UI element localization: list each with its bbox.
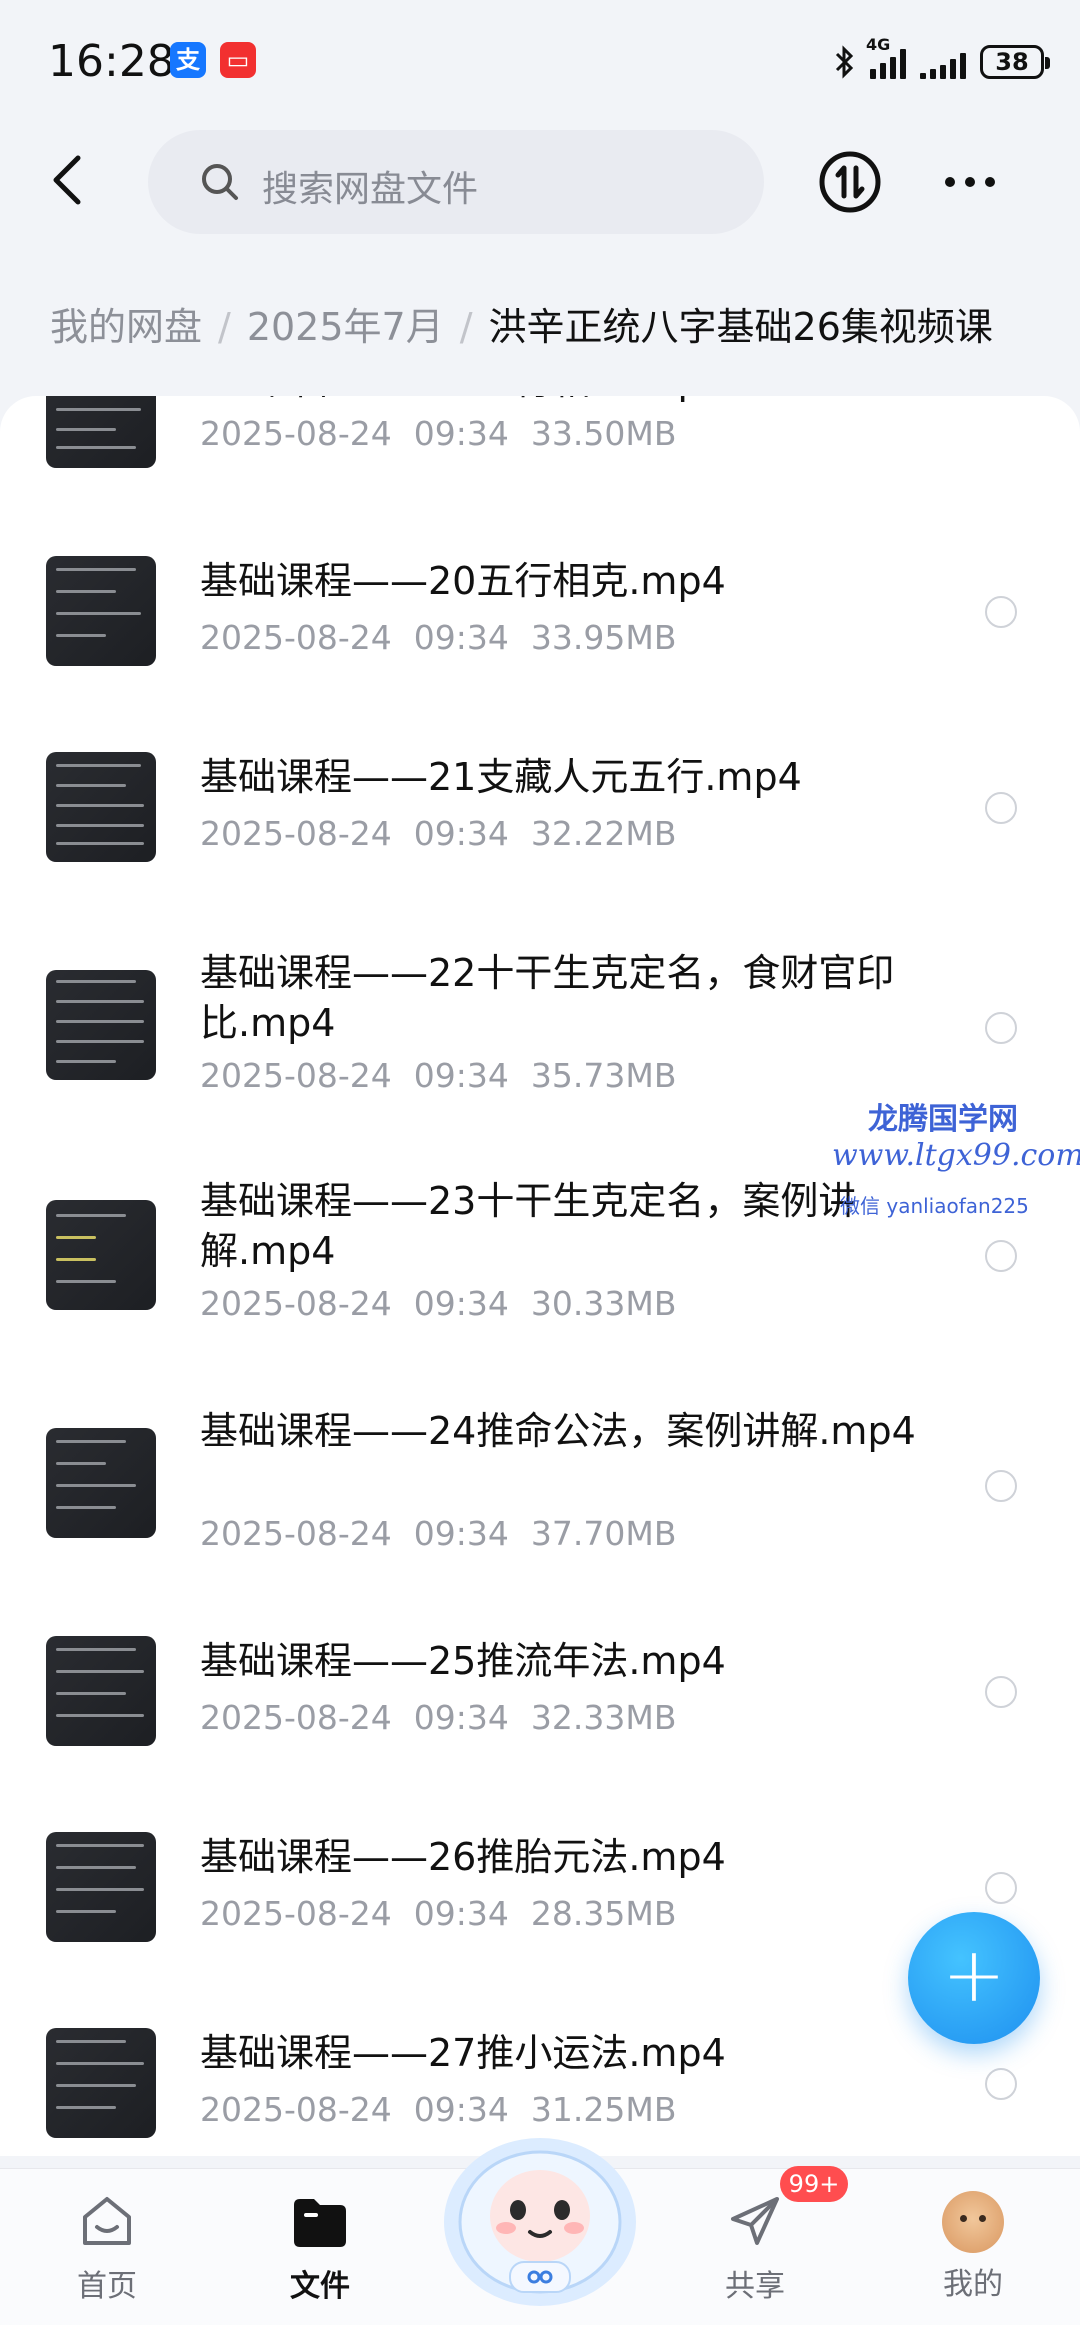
file-meta: 2025-08-24 09:34 33.95MB [200,618,677,657]
nav-me[interactable]: 我的 [898,2191,1048,2303]
select-checkbox[interactable] [985,1240,1017,1272]
nav-share[interactable]: 共享 [680,2191,830,2305]
share-count-badge: 99+ [780,2166,848,2202]
select-checkbox[interactable] [985,2068,1017,2100]
nav-files[interactable]: 文件 [245,2191,395,2305]
search-icon [202,164,238,200]
file-name: 基础课程——21支藏人元五行.mp4 [200,755,802,799]
file-meta: 2025-08-24 09:34 33.50MB [200,414,677,453]
nav-home[interactable]: 首页 [32,2191,182,2305]
video-thumbnail [46,752,156,862]
file-meta: 2025-08-24 09:34 32.33MB [200,1698,677,1737]
breadcrumb: 我的网盘/2025年7月 / 洪辛正统八字基础26集视频课 [50,305,993,349]
sort-icon[interactable] [818,150,882,214]
watermark-wechat: 微信 yanliaofan225 [840,1194,1029,1218]
nav-share-label: 共享 [725,2269,785,2304]
watermark-title: 龙腾国学网 [868,1102,1018,1137]
folder-icon [294,2199,346,2247]
system-icons: 4G 38 [832,35,1050,84]
app-notification-icon: ▭ [220,42,256,78]
file-name: 基础课程——27推小运法.mp4 [200,2031,726,2075]
cellular-signal-2-icon [920,45,966,79]
select-checkbox[interactable] [985,1872,1017,1904]
select-checkbox[interactable] [985,1012,1017,1044]
file-meta: 2025-08-24 09:34 28.35MB [200,1894,677,1933]
select-checkbox[interactable] [985,792,1017,824]
cellular-signal-icon: 4G [866,35,906,79]
file-meta: 2025-08-24 09:34 32.22MB [200,814,677,853]
select-checkbox[interactable] [985,596,1017,628]
file-meta: 2025-08-24 09:34 37.70MB [200,1514,677,1553]
watermark-url: www.ltgx99.com [832,1138,1080,1173]
status-time: 16:28 [48,36,175,87]
video-thumbnail [46,1428,156,1538]
back-arrow-icon[interactable] [40,150,100,210]
breadcrumb-root[interactable]: 我的网盘 [50,305,202,349]
more-icon[interactable] [940,162,1000,202]
nav-me-label: 我的 [943,2267,1003,2302]
video-thumbnail [46,2028,156,2138]
video-thumbnail [46,556,156,666]
file-name: 基础课程——24推命公法，案例讲解.mp4 [200,1409,916,1453]
avatar [942,2191,1004,2253]
file-name: 基础课程——25推流年法.mp4 [200,1639,726,1683]
bluetooth-icon [835,45,854,79]
top-bar: 搜索网盘文件 [0,120,1080,250]
video-thumbnail [46,1832,156,1942]
video-thumbnail [46,396,156,468]
file-name: 基础课程——19五行相生.mp4 [200,396,920,406]
nav-home-label: 首页 [77,2269,137,2304]
file-name: 基础课程——23十干生克定名，案例讲解.mp4 [200,1179,857,1273]
video-thumbnail [46,1200,156,1310]
select-checkbox[interactable] [985,1470,1017,1502]
file-name: 基础课程——22十干生克定名，食财官印比.mp4 [200,951,895,1045]
mascot-assistant-icon[interactable] [436,2112,644,2308]
status-bar: 16:28 支 ▭ 4G 38 [0,0,1080,120]
breadcrumb-folder[interactable]: 2025年7月 [247,305,444,349]
home-icon [83,2197,131,2245]
search-placeholder: 搜索网盘文件 [262,169,479,210]
send-icon [731,2197,779,2245]
video-thumbnail [46,970,156,1080]
select-checkbox[interactable] [985,1676,1017,1708]
network-type: 4G [866,35,891,54]
file-name: 基础课程——26推胎元法.mp4 [200,1835,726,1879]
file-meta: 2025-08-24 09:34 30.33MB [200,1284,677,1323]
breadcrumb-current: 洪辛正统八字基础26集视频课 [488,305,993,349]
battery-icon: 38 [980,45,1050,79]
video-thumbnail [46,1636,156,1746]
add-icon: + [942,1930,1006,2019]
file-meta: 2025-08-24 09:34 35.73MB [200,1056,677,1095]
alipay-notification-icon: 支 [170,42,206,78]
nav-files-label: 文件 [290,2269,350,2304]
file-name: 基础课程——20五行相克.mp4 [200,559,726,603]
file-list: 基础课程——19五行相生.mp4 2025-08-2409:3433.50MB … [0,396,1080,2156]
add-button[interactable]: + [908,1912,1040,2044]
search-input[interactable]: 搜索网盘文件 [148,130,764,234]
